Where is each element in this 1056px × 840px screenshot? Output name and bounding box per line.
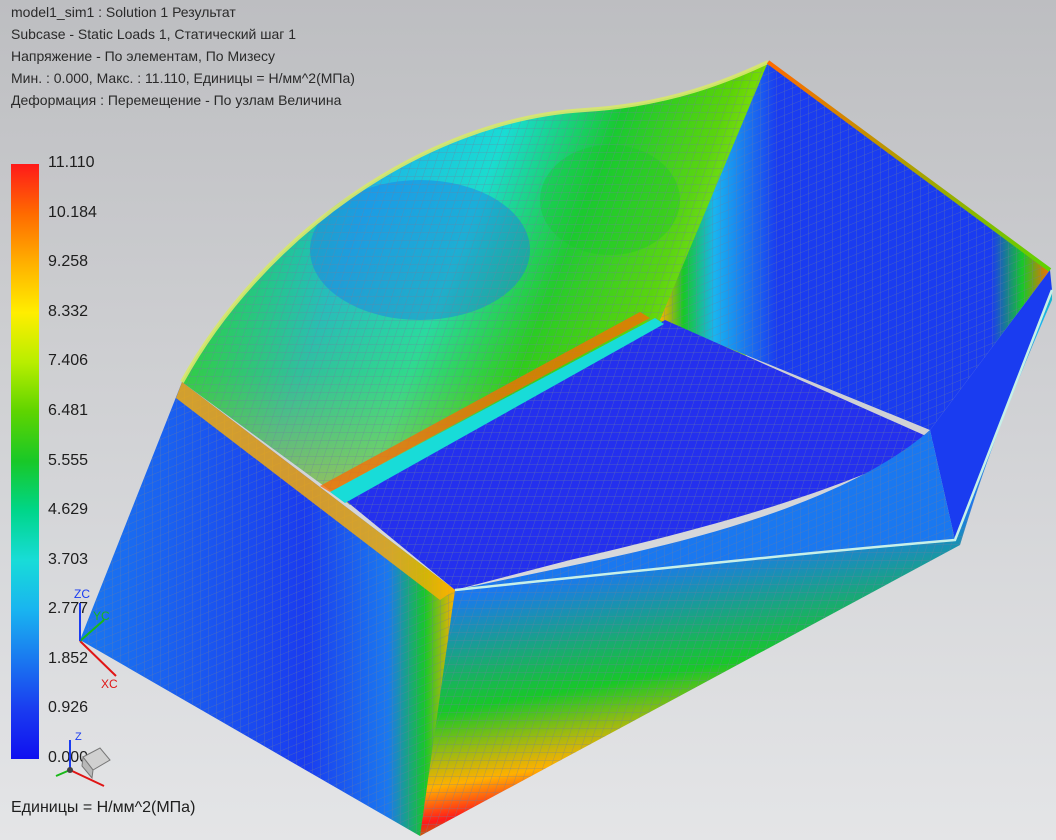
units-footer: Единицы = Н/мм^2(МПа): [11, 799, 196, 816]
graphics-viewport[interactable]: model1_sim1 : Solution 1 Результат Subca…: [0, 0, 1056, 840]
view-cube-icon: [55, 740, 111, 787]
cube-z-label: Z: [75, 731, 82, 743]
triad-xc-label: XC: [101, 677, 118, 691]
triad-yc-label: YC: [93, 609, 110, 623]
triad-zc-label: ZC: [74, 587, 90, 601]
csys-triad-icon: [55, 603, 117, 787]
